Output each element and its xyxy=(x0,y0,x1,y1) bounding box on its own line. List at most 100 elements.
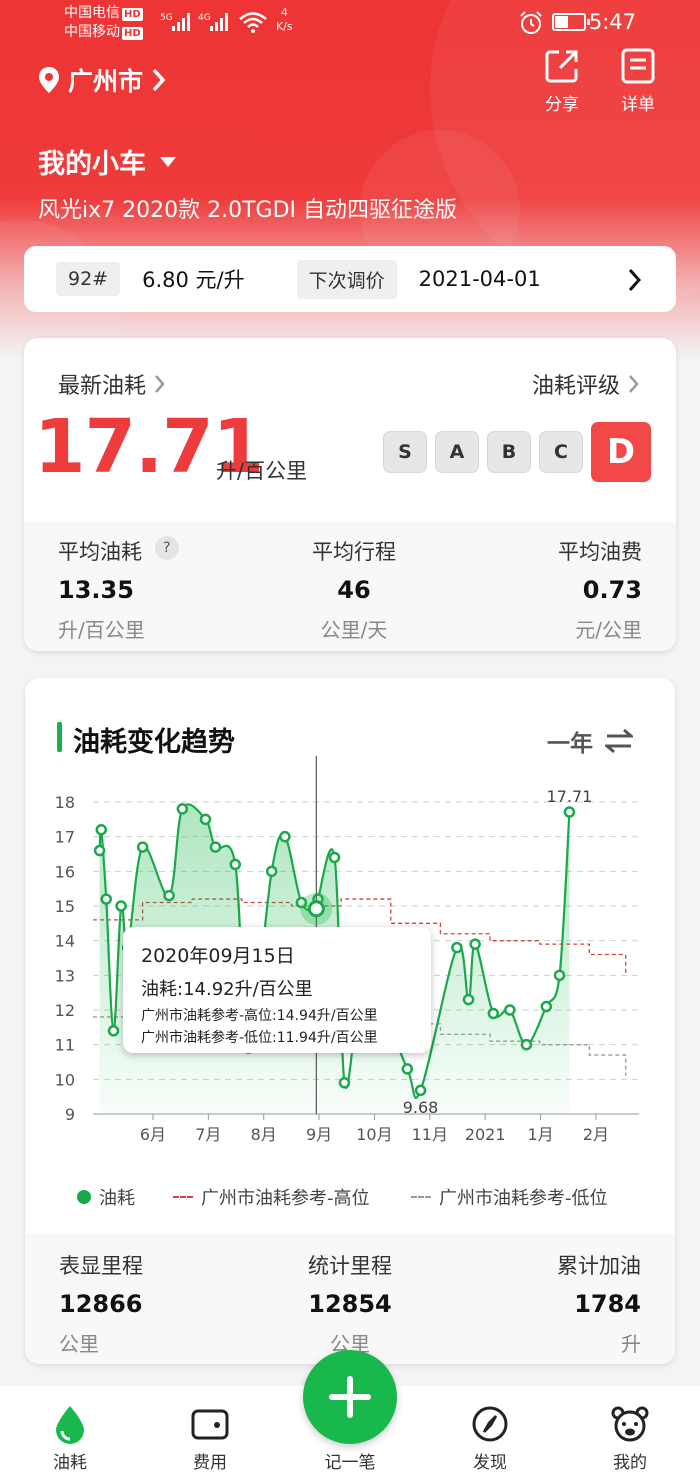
max-label: 17.71 xyxy=(547,787,593,806)
x-tick-label: 10月 xyxy=(356,1125,392,1144)
car-selector[interactable]: 我的小车 xyxy=(38,142,176,181)
location-pin-icon xyxy=(39,67,59,93)
next-adjust-date: 2021-04-01 xyxy=(418,267,541,291)
legend-label: 油耗 xyxy=(99,1188,135,1209)
y-tick-label: 17 xyxy=(55,828,75,847)
stat-title: 平均油费 xyxy=(558,540,642,564)
nav-fuel[interactable]: 油耗 xyxy=(30,1404,110,1473)
next-adjust-chip: 下次调价 xyxy=(296,259,397,299)
legend-label: 广州市油耗参考-高位 xyxy=(201,1188,370,1209)
detail-label: 详单 xyxy=(621,95,655,115)
data-point xyxy=(265,865,278,878)
grade-c: C xyxy=(539,431,583,473)
data-point xyxy=(487,1007,500,1020)
consumption-rating-label: 油耗评级 xyxy=(531,374,620,399)
data-point xyxy=(540,1000,553,1013)
x-tick-label: 8月 xyxy=(251,1125,277,1144)
consumption-rating-link[interactable]: 油耗评级 xyxy=(532,368,640,400)
x-tick-label: 6月 xyxy=(140,1125,166,1144)
caret-down-icon xyxy=(160,156,176,167)
y-tick-label: 18 xyxy=(55,793,75,812)
hd-badge: HD xyxy=(122,8,143,21)
min-label: 9.68 xyxy=(403,1098,439,1117)
nav-label: 油耗 xyxy=(53,1453,87,1473)
grade-s: S xyxy=(383,431,427,473)
data-point xyxy=(563,806,576,818)
plus-icon xyxy=(329,1376,371,1418)
x-tick-label: 7月 xyxy=(195,1125,221,1144)
wallet-icon xyxy=(191,1409,229,1440)
share-button[interactable]: 分享 xyxy=(532,48,592,115)
fuel-drop-icon xyxy=(56,1406,84,1444)
stat-avg-consumption: 平均油耗 ? 13.35 升/百公里 xyxy=(58,536,179,643)
y-tick-label: 13 xyxy=(55,966,75,985)
stat-title: 平均行程 xyxy=(312,540,396,564)
x-tick-label: 1月 xyxy=(527,1125,553,1144)
share-label: 分享 xyxy=(545,95,579,115)
stat-unit: 升/百公里 xyxy=(58,618,145,642)
y-tick-label: 11 xyxy=(55,1036,75,1055)
nav-mine[interactable]: 我的 xyxy=(590,1404,670,1473)
data-point xyxy=(504,1004,516,1016)
help-icon[interactable]: ? xyxy=(154,536,179,560)
stat-value: 12866 xyxy=(59,1290,143,1318)
data-point xyxy=(136,841,149,853)
bear-face-icon xyxy=(611,1406,649,1442)
fuel-price: 6.80 元/升 xyxy=(142,268,245,292)
data-point xyxy=(107,1025,120,1037)
consumption-stats: 平均油耗 ? 13.35 升/百公里 平均行程 46 公里/天 平均油费 0.7… xyxy=(24,522,676,651)
signal-4g-icon: 4G xyxy=(198,13,228,31)
y-tick-label: 14 xyxy=(55,932,75,951)
latest-consumption-link[interactable]: 最新油耗 xyxy=(58,368,166,400)
city-label: 广州市 xyxy=(68,67,144,96)
add-record-button[interactable] xyxy=(303,1350,397,1444)
car-name: 我的小车 xyxy=(38,149,146,180)
data-point xyxy=(553,969,566,982)
stat-value: 46 xyxy=(337,576,371,604)
stat-title: 统计里程 xyxy=(308,1254,392,1278)
data-point xyxy=(199,813,212,826)
city-selector[interactable]: 广州市 xyxy=(38,62,167,98)
data-point xyxy=(414,1084,427,1097)
nav-cost[interactable]: 费用 xyxy=(170,1404,250,1473)
latest-consumption-unit: 升/百公里 xyxy=(216,459,308,483)
fuel-price-card[interactable]: 92# 6.80 元/升 下次调价 2021-04-01 xyxy=(24,246,676,312)
stat-unit: 元/公里 xyxy=(575,618,642,642)
data-point xyxy=(279,830,291,843)
stat-value: 12854 xyxy=(308,1290,392,1318)
chevron-right-icon xyxy=(629,375,639,393)
stat-odometer: 表显里程 12866 公里 xyxy=(59,1250,143,1357)
svg-text:5G: 5G xyxy=(160,13,173,23)
grade-a: A xyxy=(435,431,479,473)
tooltip-low: 广州市油耗参考-低位:11.94升/百公里 xyxy=(141,1030,378,1046)
y-tick-label: 12 xyxy=(55,1001,75,1020)
legend-high: 广州市油耗参考-高位 xyxy=(173,1184,370,1210)
data-point xyxy=(451,941,463,954)
legend-dash-red-icon xyxy=(173,1196,193,1198)
hd-badge: HD xyxy=(122,27,143,40)
nav-add-label[interactable]: 记一笔 xyxy=(310,1448,390,1473)
detail-button[interactable]: 详单 xyxy=(608,48,668,115)
carrier-info: 中国电信 HD 中国移动 HD xyxy=(64,4,143,42)
data-point xyxy=(401,1063,414,1075)
trend-card: 油耗变化趋势 一年 18 17 16 15 14 13 12 11 10 9 6月 7月 8月 9月 10月… xyxy=(25,678,675,1364)
carrier-telecom: 中国电信 xyxy=(64,5,120,21)
stat-tracked-mileage: 统计里程 12854 公里 xyxy=(265,1250,435,1357)
stat-value: 1784 xyxy=(574,1290,641,1318)
fuel-grade-chip: 92# xyxy=(56,262,121,296)
tooltip-high: 广州市油耗参考-高位:14.94升/百公里 xyxy=(141,1008,378,1024)
data-point xyxy=(328,851,341,864)
chevron-right-icon xyxy=(152,68,166,92)
clock: 5:47 xyxy=(588,10,636,34)
status-bar: 中国电信 HD 中国移动 HD 5G 4G 4 K/s 5:47 xyxy=(0,0,700,50)
data-point xyxy=(469,938,481,950)
share-icon xyxy=(545,50,578,83)
nav-discover[interactable]: 发现 xyxy=(450,1404,530,1473)
grade-b: B xyxy=(487,431,531,473)
battery-icon xyxy=(552,13,590,31)
stat-title: 累计加油 xyxy=(557,1254,641,1278)
y-tick-label: 16 xyxy=(55,862,75,881)
x-tick-label: 11月 xyxy=(412,1125,448,1144)
svg-text:4G: 4G xyxy=(198,13,211,23)
alarm-icon xyxy=(520,11,542,34)
